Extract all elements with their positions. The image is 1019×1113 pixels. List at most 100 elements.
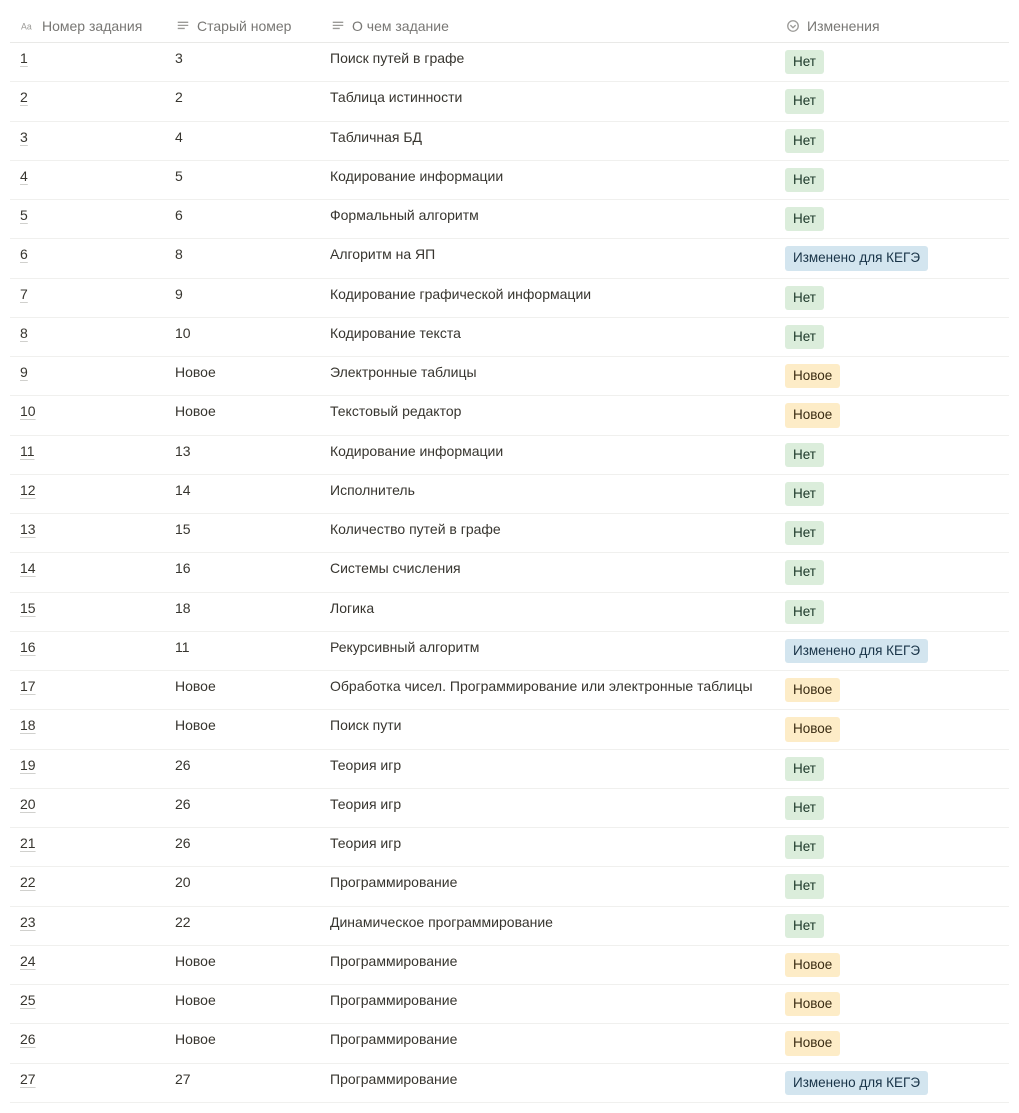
cell-number: 21	[10, 828, 165, 866]
table-row[interactable]: 9НовоеЭлектронные таблицыНовое	[10, 357, 1009, 396]
table-row[interactable]: 25НовоеПрограммированиеНовое	[10, 985, 1009, 1024]
cell-number: 7	[10, 279, 165, 317]
table-row[interactable]: 24НовоеПрограммированиеНовое	[10, 946, 1009, 985]
cell-number: 1	[10, 43, 165, 81]
cell-changes: Новое	[775, 357, 1015, 395]
cell-about: Логика	[320, 593, 775, 631]
table-row[interactable]: 17НовоеОбработка чисел. Программирование…	[10, 671, 1009, 710]
cell-about: Динамическое программирование	[320, 907, 775, 945]
cell-about: Исполнитель	[320, 475, 775, 513]
cell-old-number: 22	[165, 907, 320, 945]
task-number[interactable]: 3	[20, 129, 28, 145]
task-number[interactable]: 25	[20, 992, 36, 1008]
table-row[interactable]: 2220ПрограммированиеНет	[10, 867, 1009, 906]
status-badge: Нет	[785, 914, 824, 938]
task-number[interactable]: 14	[20, 560, 36, 576]
task-number[interactable]: 8	[20, 325, 28, 341]
table-row[interactable]: 1214ИсполнительНет	[10, 475, 1009, 514]
task-number[interactable]: 2	[20, 89, 28, 105]
cell-number: 22	[10, 867, 165, 905]
task-number[interactable]: 13	[20, 521, 36, 537]
table-row[interactable]: 1611Рекурсивный алгоритмИзменено для КЕГ…	[10, 632, 1009, 671]
table-header-row: Aa Номер задания Старый номер О чем зада…	[10, 10, 1009, 43]
cell-number: 20	[10, 789, 165, 827]
cell-old-number: 5	[165, 161, 320, 199]
task-number[interactable]: 1	[20, 50, 28, 66]
task-number[interactable]: 19	[20, 757, 36, 773]
task-number[interactable]: 7	[20, 286, 28, 302]
text-icon	[175, 18, 191, 34]
cell-changes: Новое	[775, 396, 1015, 434]
cell-changes: Нет	[775, 750, 1015, 788]
cell-changes: Нет	[775, 122, 1015, 160]
task-number[interactable]: 23	[20, 914, 36, 930]
table-row[interactable]: 26НовоеПрограммированиеНовое	[10, 1024, 1009, 1063]
table-row[interactable]: 1518ЛогикаНет	[10, 593, 1009, 632]
task-number[interactable]: 18	[20, 717, 36, 733]
column-header-about[interactable]: О чем задание	[320, 10, 775, 42]
cell-number: 14	[10, 553, 165, 591]
table-row[interactable]: 1315Количество путей в графеНет	[10, 514, 1009, 553]
status-badge: Нет	[785, 482, 824, 506]
column-header-number[interactable]: Aa Номер задания	[10, 10, 165, 42]
cell-about: Программирование	[320, 1064, 775, 1102]
task-number[interactable]: 16	[20, 639, 36, 655]
table-row[interactable]: 2126Теория игрНет	[10, 828, 1009, 867]
table-row[interactable]: 2727ПрограммированиеИзменено для КЕГЭ	[10, 1064, 1009, 1103]
task-number[interactable]: 27	[20, 1071, 36, 1087]
cell-changes: Новое	[775, 710, 1015, 748]
table-row[interactable]: 23 22Динамическое программирование Нет	[10, 907, 1009, 946]
task-number[interactable]: 20	[20, 796, 36, 812]
cell-about: Программирование	[320, 867, 775, 905]
table-row[interactable]: 810Кодирование текстаНет	[10, 318, 1009, 357]
task-number[interactable]: 6	[20, 246, 28, 262]
cell-number: 5	[10, 200, 165, 238]
task-number[interactable]: 17	[20, 678, 36, 694]
table-row[interactable]: 56Формальный алгоритмНет	[10, 200, 1009, 239]
task-number[interactable]: 11	[20, 443, 35, 459]
task-number[interactable]: 4	[20, 168, 28, 184]
cell-changes: Новое	[775, 985, 1015, 1023]
tasks-table: Aa Номер задания Старый номер О чем зада…	[10, 10, 1009, 1103]
table-row[interactable]: 10НовоеТекстовый редакторНовое	[10, 396, 1009, 435]
status-badge: Нет	[785, 835, 824, 859]
task-number[interactable]: 12	[20, 482, 36, 498]
cell-number: 19	[10, 750, 165, 788]
cell-number: 18	[10, 710, 165, 748]
table-row[interactable]: 18НовоеПоиск путиНовое	[10, 710, 1009, 749]
column-header-changes[interactable]: Изменения	[775, 10, 1015, 42]
status-badge: Новое	[785, 678, 840, 702]
task-number[interactable]: 22	[20, 874, 36, 890]
status-badge: Нет	[785, 443, 824, 467]
column-header-changes-label: Изменения	[807, 18, 880, 34]
table-row[interactable]: 34Табличная БДНет	[10, 122, 1009, 161]
task-number[interactable]: 10	[20, 403, 36, 419]
table-row[interactable]: 22Таблица истинностиНет	[10, 82, 1009, 121]
status-badge: Нет	[785, 757, 824, 781]
cell-about: Поиск пути	[320, 710, 775, 748]
status-badge: Нет	[785, 560, 824, 584]
task-number[interactable]: 5	[20, 207, 28, 223]
task-number[interactable]: 15	[20, 600, 36, 616]
cell-about: Кодирование информации	[320, 436, 775, 474]
table-row[interactable]: 79Кодирование графической информацииНет	[10, 279, 1009, 318]
table-row[interactable]: 1113Кодирование информацииНет	[10, 436, 1009, 475]
cell-old-number: 11	[165, 632, 320, 670]
table-row[interactable]: 13Поиск путей в графеНет	[10, 43, 1009, 82]
task-number[interactable]: 26	[20, 1031, 36, 1047]
cell-number: 12	[10, 475, 165, 513]
cell-changes: Нет	[775, 907, 1015, 945]
table-row[interactable]: 68Алгоритм на ЯПИзменено для КЕГЭ	[10, 239, 1009, 278]
cell-changes: Изменено для КЕГЭ	[775, 1064, 1015, 1102]
task-number[interactable]: 24	[20, 953, 36, 969]
task-number[interactable]: 21	[20, 835, 36, 851]
cell-about: Текстовый редактор	[320, 396, 775, 434]
table-row[interactable]: 2026Теория игрНет	[10, 789, 1009, 828]
table-row[interactable]: 1416Системы счисленияНет	[10, 553, 1009, 592]
column-header-old-number[interactable]: Старый номер	[165, 10, 320, 42]
cell-about: Поиск путей в графе	[320, 43, 775, 81]
table-row[interactable]: 1926Теория игрНет	[10, 750, 1009, 789]
table-row[interactable]: 45Кодирование информацииНет	[10, 161, 1009, 200]
cell-old-number: 6	[165, 200, 320, 238]
task-number[interactable]: 9	[20, 364, 28, 380]
